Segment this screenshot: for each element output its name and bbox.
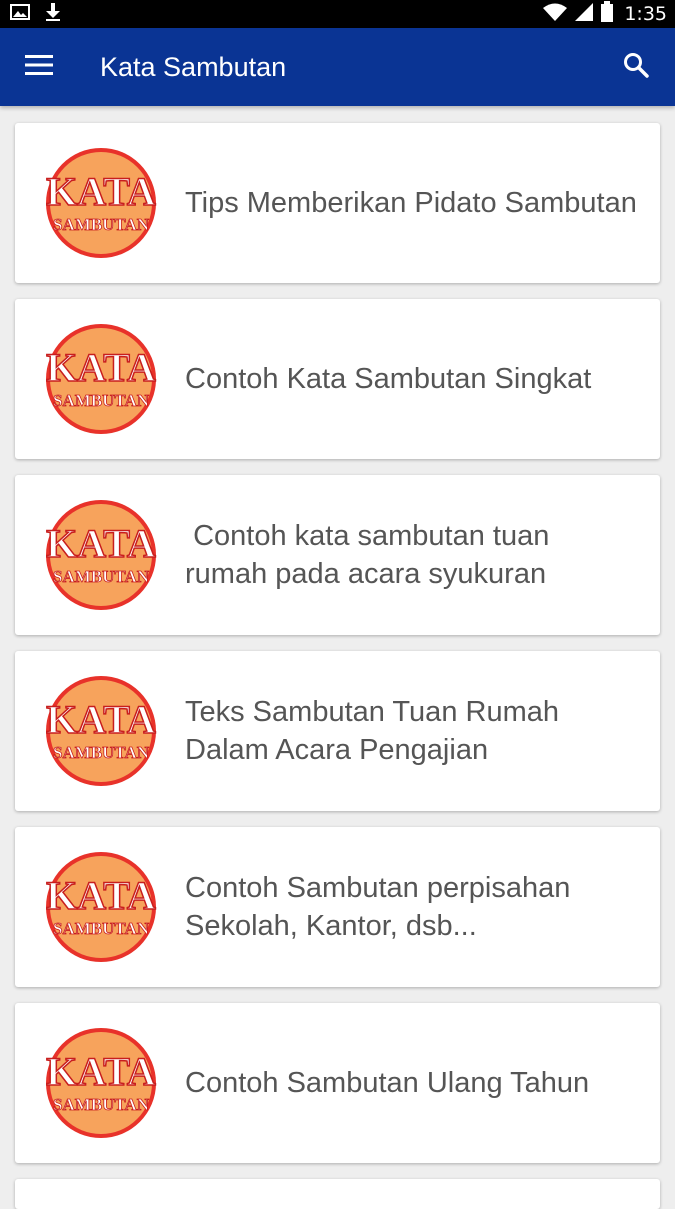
logo-text-kata: KATA — [46, 169, 156, 214]
list-item-title: Teks Sambutan Tuan Rumah Dalam Acara Pen… — [185, 696, 568, 766]
hamburger-menu-icon — [25, 54, 53, 80]
kata-sambutan-logo-icon: KATA SAMBUTAN — [45, 323, 157, 435]
kata-sambutan-logo-icon: KATA SAMBUTAN — [45, 147, 157, 259]
kata-sambutan-logo-icon: KATA SAMBUTAN — [45, 675, 157, 787]
list-item-title: Contoh Kata Sambutan Singkat — [185, 363, 592, 395]
logo-text-sambutan: SAMBUTAN — [53, 919, 150, 938]
status-right-icons: 1:35 — [542, 1, 667, 27]
download-icon — [44, 2, 62, 26]
list-item[interactable]: KATA SAMBUTAN Contoh kata sambutan tuan … — [15, 475, 660, 635]
status-time: 1:35 — [624, 3, 667, 25]
logo-text-kata: KATA — [46, 345, 156, 390]
logo-text-kata: KATA — [46, 873, 156, 918]
battery-icon — [600, 1, 614, 27]
list-item[interactable]: KATA SAMBUTAN Tips Memberikan Pidato Sam… — [15, 123, 660, 283]
kata-sambutan-logo-icon: KATA SAMBUTAN — [45, 851, 157, 963]
page-title: Kata Sambutan — [100, 52, 287, 82]
list-item-title: Contoh kata sambutan tuan rumah pada aca… — [185, 520, 558, 590]
article-list: KATA SAMBUTAN Tips Memberikan Pidato Sam… — [15, 123, 660, 1179]
list-item-partial[interactable] — [15, 1179, 660, 1209]
search-button[interactable] — [619, 50, 653, 84]
status-bar: 1:35 — [0, 0, 675, 28]
list-item-title: Contoh Sambutan Ulang Tahun — [185, 1067, 590, 1099]
logo-text-sambutan: SAMBUTAN — [53, 567, 150, 586]
logo-text-sambutan: SAMBUTAN — [53, 1095, 150, 1114]
kata-sambutan-logo-icon: KATA SAMBUTAN — [45, 1027, 157, 1139]
app-bar: Kata Sambutan — [0, 28, 675, 106]
list-item-title: Contoh Sambutan perpisahan Sekolah, Kant… — [185, 872, 579, 942]
logo-text-kata: KATA — [46, 1049, 156, 1094]
list-item[interactable]: KATA SAMBUTAN Teks Sambutan Tuan Rumah D… — [15, 651, 660, 811]
logo-text-kata: KATA — [46, 521, 156, 566]
status-left-icons — [10, 2, 62, 26]
search-icon — [623, 52, 649, 82]
menu-button[interactable] — [22, 52, 56, 82]
signal-icon — [574, 2, 594, 26]
list-item[interactable]: KATA SAMBUTAN Contoh Sambutan perpisahan… — [15, 827, 660, 987]
list-item[interactable]: KATA SAMBUTAN Contoh Sambutan Ulang Tahu… — [15, 1003, 660, 1163]
logo-text-kata: KATA — [46, 697, 156, 742]
logo-text-sambutan: SAMBUTAN — [53, 743, 150, 762]
wifi-icon — [542, 2, 568, 26]
list-item-title: Tips Memberikan Pidato Sambutan — [185, 187, 637, 219]
logo-text-sambutan: SAMBUTAN — [53, 215, 150, 234]
list-item[interactable]: KATA SAMBUTAN Contoh Kata Sambutan Singk… — [15, 299, 660, 459]
image-icon — [10, 3, 30, 25]
kata-sambutan-logo-icon: KATA SAMBUTAN — [45, 499, 157, 611]
logo-text-sambutan: SAMBUTAN — [53, 391, 150, 410]
